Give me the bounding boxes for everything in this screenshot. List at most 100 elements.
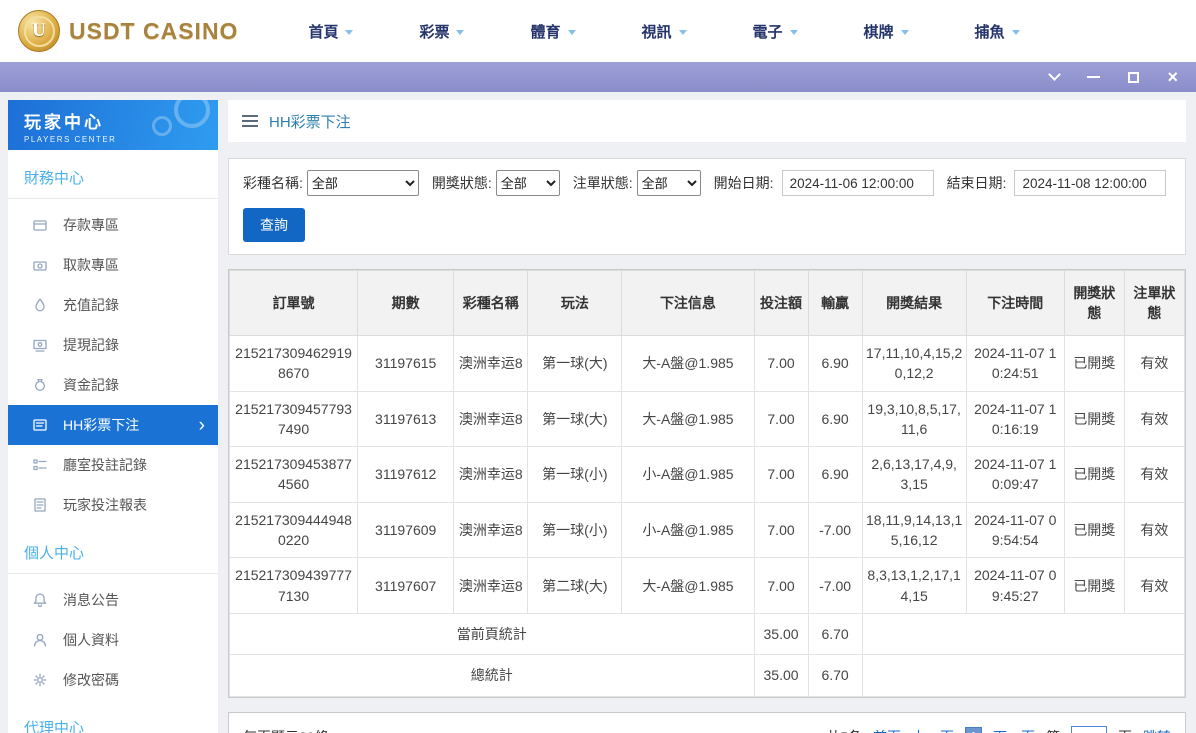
- table-cell: 2152173094538774560: [228, 446, 359, 503]
- order-status-select[interactable]: 全部: [636, 170, 701, 196]
- sidebar-item-deposit[interactable]: 存款專區: [8, 205, 218, 245]
- table-cell: 2,6,13,17,4,9,3,15: [861, 446, 967, 503]
- nav-item-video[interactable]: 視訊: [642, 21, 687, 42]
- table-cell: 6.90: [807, 390, 863, 448]
- start-date-input[interactable]: [781, 170, 934, 196]
- table-cell: 2152173094577937490: [228, 390, 359, 448]
- nav-label: 彩票: [419, 23, 450, 41]
- collapse-chevron-icon[interactable]: [1048, 68, 1062, 81]
- table-cell: 已開獎: [1063, 557, 1125, 614]
- jump-label-suffix: 页: [1118, 727, 1132, 733]
- top-header: U USDT CASINO 首頁 彩票 體育 視訊 電子 棋牌 捕魚: [0, 0, 1196, 62]
- table-cell: 大-A盤@1.985: [621, 335, 755, 392]
- table-cell: 小-A盤@1.985: [621, 446, 755, 503]
- sidebar-item-label: 資金記錄: [63, 377, 119, 393]
- table-cell: 有效: [1123, 390, 1186, 448]
- summary-label: 當前頁統計: [229, 612, 755, 656]
- column-header: 彩種名稱: [453, 270, 529, 336]
- minimize-icon[interactable]: [1087, 76, 1101, 78]
- profile-icon: [32, 632, 48, 648]
- page-jump-input[interactable]: [1071, 725, 1107, 733]
- table-cell: 18,11,9,14,13,15,16,12: [861, 501, 967, 559]
- table-row: 2152173094629198670 31197615 澳洲幸运8 第一球(大) 大-…: [228, 335, 1186, 392]
- table-cell: 第一球(小): [527, 501, 623, 559]
- column-header: 輸贏: [807, 270, 863, 336]
- prev-page-link[interactable]: 上一页: [912, 727, 954, 733]
- summary-win-loss: 6.70: [807, 654, 863, 697]
- sidebar-item-cashout-record[interactable]: 提現記錄: [8, 325, 218, 365]
- lottery-name-select[interactable]: 全部: [306, 170, 419, 196]
- table-cell: 第二球(大): [527, 557, 623, 614]
- first-page-link[interactable]: 首页: [873, 727, 901, 733]
- section-title: 財務中心: [8, 150, 218, 199]
- nav-item-electronic[interactable]: 電子: [753, 21, 798, 42]
- next-page-link[interactable]: 下一页: [993, 727, 1035, 733]
- table-cell: 已開獎: [1063, 501, 1125, 559]
- table-cell: 8,3,13,1,2,17,14,15: [861, 557, 967, 614]
- jump-button[interactable]: 跳转: [1143, 727, 1171, 733]
- current-page[interactable]: 1: [965, 727, 982, 733]
- chevron-down-icon: [900, 29, 909, 35]
- section-title: 代理中心: [8, 700, 218, 733]
- table-row: 2152173094449480220 31197609 澳洲幸运8 第一球(小) 小-…: [228, 501, 1186, 559]
- table-cell: 已開獎: [1063, 446, 1125, 503]
- chevron-right-icon: ›: [198, 414, 205, 436]
- chevron-down-icon: [789, 29, 798, 35]
- table-cell: 澳洲幸运8: [453, 335, 529, 392]
- deposit-icon: [32, 217, 48, 233]
- table-cell: 2024-11-07 10:09:47: [965, 446, 1065, 503]
- end-date-input[interactable]: [1014, 170, 1167, 196]
- sidebar-item-player-bet-report[interactable]: 玩家投注報表: [8, 485, 218, 525]
- column-header: 開獎狀態: [1063, 270, 1125, 336]
- sidebar-menu: 財務中心存款專區 取款專區 充值記錄 提現記錄資金記錄 HH彩票下注 › 廳室投註記錄玩家投…: [8, 150, 218, 733]
- order-status-label: 注單狀態:: [572, 175, 633, 191]
- draw-status-select[interactable]: 全部: [495, 170, 560, 196]
- sidebar-item-recharge-record[interactable]: 充值記錄: [8, 285, 218, 325]
- nav-label: 捕魚: [974, 23, 1005, 41]
- page-size-text: 每頁顯示20條: [243, 727, 329, 733]
- draw-status-label: 開獎狀態:: [431, 175, 492, 191]
- close-icon[interactable]: ×: [1167, 68, 1178, 86]
- sidebar-item-change-password[interactable]: 修改密碼: [8, 660, 218, 700]
- chevron-down-icon: [678, 29, 687, 35]
- table-row: 2152173094538774560 31197612 澳洲幸运8 第一球(小) 小-…: [228, 446, 1186, 503]
- table-cell: 2024-11-07 10:24:51: [965, 335, 1065, 392]
- nav-label: 視訊: [641, 23, 672, 41]
- brand[interactable]: U USDT CASINO: [18, 10, 238, 52]
- report-icon: [32, 497, 48, 513]
- sidebar-item-hh-lottery-bets[interactable]: HH彩票下注 ›: [8, 405, 218, 445]
- bets-table-panel: 訂單號 期數 彩種名稱 玩法 下注信息 投注額 輸贏 開獎結果 下注時間 開獎狀態 注單狀態 215…: [228, 269, 1186, 698]
- table-cell: 2152173094449480220: [228, 501, 359, 559]
- menu-icon[interactable]: [242, 115, 258, 127]
- nav-item-chess[interactable]: 棋牌: [864, 21, 909, 42]
- nav-item-sports[interactable]: 體育: [530, 21, 576, 42]
- table-cell: 澳洲幸运8: [453, 501, 529, 559]
- cashout-icon: [32, 337, 48, 353]
- nav-item-home[interactable]: 首頁: [308, 21, 354, 42]
- start-date-label: 開始日期:: [713, 175, 774, 191]
- coin-letter: U: [32, 20, 46, 41]
- nav-item-fishing[interactable]: 捕魚: [975, 21, 1020, 42]
- sidebar-item-label: 廳室投註記錄: [63, 457, 147, 473]
- summary-bet-total: 35.00: [753, 612, 809, 656]
- nav-item-lottery[interactable]: 彩票: [419, 21, 465, 42]
- sidebar-item-hall-bet-record[interactable]: 廳室投註記錄: [8, 445, 218, 485]
- brand-name: USDT CASINO: [69, 17, 239, 44]
- maximize-icon[interactable]: [1128, 71, 1140, 83]
- sidebar-item-profile[interactable]: 個人資料: [8, 620, 218, 660]
- table-cell: -7.00: [807, 501, 863, 559]
- table-cell: 大-A盤@1.985: [621, 390, 755, 448]
- table-cell: 31197612: [357, 446, 455, 503]
- chevron-down-icon: [456, 29, 465, 35]
- sidebar-item-announcements[interactable]: 消息公告: [8, 580, 218, 620]
- sidebar-item-funds-record[interactable]: 資金記錄: [8, 365, 218, 405]
- total-count: 共5条: [826, 727, 862, 733]
- main-panel: HH彩票下注 彩種名稱: 全部 開獎狀態: 全部 注單狀態: 全部 開始日期: …: [228, 100, 1186, 733]
- table-cell: -7.00: [807, 557, 863, 614]
- table-cell: 有效: [1123, 557, 1186, 614]
- chevron-down-icon: [345, 29, 354, 35]
- search-button[interactable]: 查詢: [243, 208, 305, 242]
- sidebar-item-withdraw[interactable]: 取款專區: [8, 245, 218, 285]
- table-cell: 大-A盤@1.985: [621, 557, 755, 614]
- table-cell: 第一球(大): [527, 390, 623, 448]
